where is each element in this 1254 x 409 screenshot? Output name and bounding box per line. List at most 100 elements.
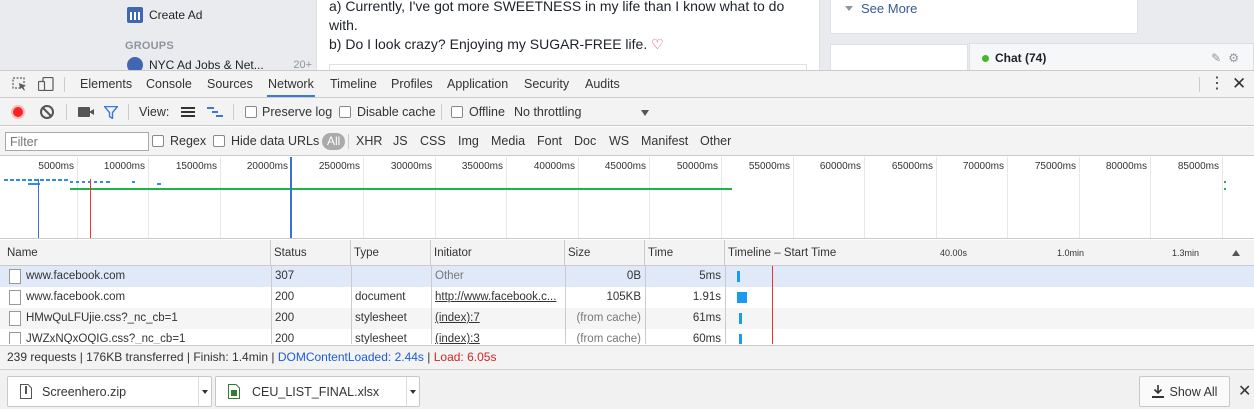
tab-application[interactable]: Application [446, 71, 509, 97]
cell-size: (from cache) [576, 333, 641, 344]
cell-status: 200 [275, 312, 295, 324]
filter-type-doc[interactable]: Doc [574, 127, 596, 156]
filter-icon[interactable] [104, 106, 118, 119]
column-name[interactable]: Name [0, 240, 271, 266]
overview-tick-label: 80000ms [1105, 161, 1147, 172]
preserve-log-label: Preserve log [262, 105, 333, 119]
requests-table: Name Status Type Initiator Size Time Tim… [0, 240, 1254, 344]
table-row[interactable]: www.facebook.com 200 document http://www.fa… [0, 287, 1254, 308]
list-view-icon[interactable] [181, 107, 195, 117]
group-item[interactable]: NYC Ad Jobs & Net... 20+ [127, 57, 312, 70]
cell-initiator[interactable]: (index):3 [435, 329, 561, 344]
timeline-mark: 40.00s [940, 248, 968, 258]
cell-type: stylesheet [355, 312, 407, 324]
filter-type-font[interactable]: Font [537, 127, 562, 156]
throttling-select[interactable]: No throttling [514, 98, 581, 126]
gear-icon[interactable]: ⚙ [1228, 51, 1239, 65]
close-icon[interactable]: ✕ [1232, 74, 1246, 94]
overview-gridline [1007, 157, 1008, 238]
cell-name: www.facebook.com [26, 291, 126, 303]
show-all-button[interactable]: Show All [1139, 376, 1230, 407]
divider [66, 104, 67, 120]
devtools-tab-bar: Elements Console Sources Network Timelin… [0, 71, 1254, 98]
chevron-down-icon[interactable] [198, 377, 211, 406]
download-item[interactable]: CEU_LIST_FINAL.xlsx [215, 376, 420, 407]
inspect-icon[interactable] [12, 77, 28, 91]
cell-size: 0B [626, 270, 641, 282]
timeline-bar [737, 292, 747, 303]
create-ad-link[interactable]: Create Ad [127, 7, 202, 23]
cell-size: (from cache) [576, 312, 641, 324]
view-label: View: [139, 105, 170, 119]
camera-icon[interactable] [78, 107, 94, 117]
overview-gridline [363, 157, 364, 238]
filter-type-all[interactable]: All [322, 133, 346, 150]
tab-sources[interactable]: Sources [206, 71, 254, 97]
hide-data-urls-checkbox[interactable] [213, 135, 225, 147]
filter-type-img[interactable]: Img [458, 127, 479, 156]
timeline-bar [737, 271, 740, 282]
zip-file-icon [20, 384, 32, 399]
tab-network[interactable]: Network [267, 71, 315, 97]
tab-security[interactable]: Security [523, 71, 570, 97]
filter-type-ws[interactable]: WS [609, 127, 629, 156]
network-toolbar: View: Preserve log Disable cache Offline… [0, 98, 1254, 126]
column-type[interactable]: Type [351, 240, 431, 266]
chat-bar[interactable]: Chat (74) ✎ ⚙ [969, 43, 1254, 70]
overview-tick-label: 70000ms [962, 161, 1004, 172]
overview-gridline [936, 157, 937, 238]
device-toggle-icon[interactable] [38, 77, 54, 91]
disable-cache-checkbox[interactable] [339, 106, 351, 118]
filter-type-media[interactable]: Media [491, 127, 525, 156]
download-name: CEU_LIST_FINAL.xlsx [252, 384, 380, 399]
cell-initiator[interactable]: (index):7 [435, 308, 561, 329]
network-overview[interactable]: 5000ms 10000ms 15000ms 20000ms 25000ms 30000m… [0, 157, 1254, 239]
filter-type-xhr[interactable]: XHR [356, 127, 382, 156]
column-initiator[interactable]: Initiator [431, 240, 565, 266]
close-icon[interactable]: ✕ [1238, 381, 1251, 401]
table-row[interactable]: www.facebook.com 307 Other 0B 5ms [0, 266, 1254, 287]
filter-type-other[interactable]: Other [700, 127, 731, 156]
tab-timeline[interactable]: Timeline [329, 71, 378, 97]
column-time[interactable]: Time [645, 240, 725, 266]
more-options-icon[interactable]: ⋮ [1209, 76, 1225, 94]
tab-audits[interactable]: Audits [584, 71, 621, 97]
facebook-post: a) Currently, I've got more SWEETNESS in… [316, 0, 820, 70]
waterfall-view-icon[interactable] [207, 106, 223, 118]
tab-profiles[interactable]: Profiles [390, 71, 434, 97]
preserve-log-checkbox[interactable] [245, 106, 257, 118]
download-shelf: Screenhero.zip CEU_LIST_FINAL.xlsx Show … [0, 369, 1254, 409]
record-button[interactable] [11, 105, 25, 119]
cell-type [355, 266, 427, 287]
table-row[interactable]: HMwQuLFUjie.css?_nc_cb=1 200 stylesheet (in… [0, 308, 1254, 329]
chevron-down-icon[interactable] [406, 377, 419, 406]
filter-type-manifest[interactable]: Manifest [641, 127, 688, 156]
sort-ascending-icon[interactable] [1232, 250, 1240, 256]
timeline-bar [739, 334, 742, 344]
compose-icon[interactable]: ✎ [1211, 51, 1221, 65]
tab-console[interactable]: Console [145, 71, 193, 97]
column-size[interactable]: Size [565, 240, 645, 266]
overview-gridline [220, 157, 221, 238]
chat-tools: ✎ ⚙ [1211, 51, 1239, 65]
filter-type-css[interactable]: CSS [420, 127, 446, 156]
clear-button[interactable] [40, 105, 54, 119]
group-count: 20+ [293, 59, 312, 70]
column-status[interactable]: Status [271, 240, 351, 266]
table-row[interactable]: JWZxNQxOQIG.css?_nc_cb=1 200 stylesheet (in… [0, 329, 1254, 344]
filter-type-js[interactable]: JS [393, 127, 408, 156]
filter-input[interactable] [5, 132, 149, 151]
dom-content-loaded: DOMContentLoaded: 2.44s [277, 350, 424, 364]
overview-gridline [721, 157, 722, 238]
regex-checkbox[interactable] [152, 135, 164, 147]
divider [1199, 77, 1200, 92]
column-timeline[interactable]: Timeline – Start Time [725, 240, 854, 266]
offline-label: Offline [469, 105, 505, 119]
tab-elements[interactable]: Elements [79, 71, 133, 97]
see-more-link[interactable]: See More [845, 1, 917, 16]
download-item[interactable]: Screenhero.zip [7, 376, 212, 407]
cell-initiator[interactable]: http://www.facebook.c... [435, 287, 561, 308]
offline-checkbox[interactable] [451, 106, 463, 118]
column-divider [725, 266, 726, 344]
chevron-down-icon[interactable] [641, 110, 649, 116]
